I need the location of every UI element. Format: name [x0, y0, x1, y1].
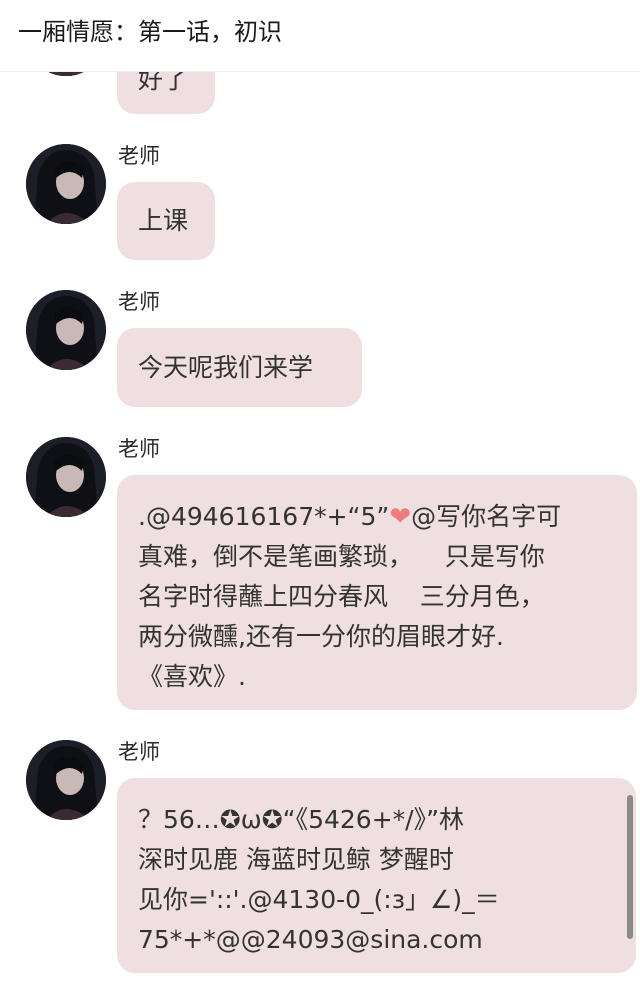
- sender-name: 老师: [118, 740, 160, 764]
- page-title: 一厢情愿：第一话，初识: [18, 18, 282, 46]
- message-bubble[interactable]: 今天呢我们来学: [117, 328, 362, 407]
- message-text: 今天呢我们来学: [138, 353, 314, 382]
- message-bubble[interactable]: 上课: [117, 182, 215, 260]
- message-bubble[interactable]: ？56…✪ω✪“《5426+*/》”林 深时见鹿 海蓝时见鲸 梦醒时 见你=':…: [117, 778, 636, 973]
- sender-name: 老师: [118, 437, 160, 461]
- avatar[interactable]: [26, 740, 106, 820]
- message-text-part: @写你名字可: [411, 502, 562, 531]
- sender-name: 老师: [118, 144, 160, 168]
- heart-icon: ❤: [389, 502, 412, 532]
- top-bar: 一厢情愿：第一话，初识: [0, 0, 640, 72]
- message-text-part: 真难，倒不是笔画繁琐， 只是写你 名字时得蘸上四分春风 三分月色， 两分微醺,还…: [138, 542, 545, 691]
- avatar[interactable]: [26, 437, 106, 517]
- avatar[interactable]: [26, 144, 106, 224]
- scrollbar[interactable]: [627, 795, 633, 939]
- sender-name: 老师: [118, 290, 160, 314]
- message-text: .@494616167*+“5”❤@写你名字可 真难，倒不是笔画繁琐， 只是写你…: [138, 497, 561, 697]
- avatar[interactable]: [26, 290, 106, 370]
- message-text: ？56…✪ω✪“《5426+*/》”林 深时见鹿 海蓝时见鲸 梦醒时 见你=':…: [138, 805, 500, 954]
- message-bubble[interactable]: .@494616167*+“5”❤@写你名字可 真难，倒不是笔画繁琐， 只是写你…: [117, 475, 637, 710]
- message-text: 上课: [138, 206, 189, 235]
- message-text-part: .@494616167*+“5”: [138, 502, 390, 531]
